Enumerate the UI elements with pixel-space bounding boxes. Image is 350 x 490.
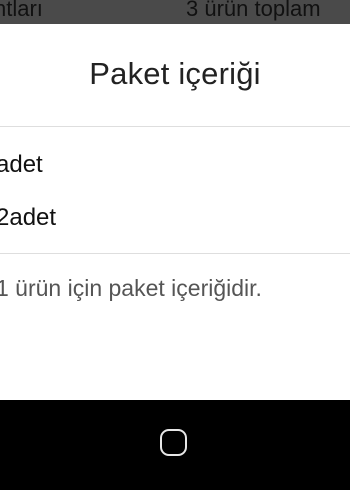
background-product-count: 3 ürün toplam	[186, 0, 321, 21]
screen: ntları 3 ürün toplam Paket içeriği adet …	[0, 0, 350, 490]
package-item: adet	[0, 151, 43, 178]
dimmed-background-header: ntları 3 ürün toplam	[0, 0, 350, 24]
home-icon[interactable]	[160, 429, 187, 456]
package-contents-sheet: Paket içeriği adet 2adet 1 ürün için pak…	[0, 24, 350, 400]
package-note: 1 ürün için paket içeriğidir.	[0, 275, 262, 301]
background-tab-label: ntları	[0, 0, 43, 21]
package-item: 2adet	[0, 204, 57, 231]
sheet-title: Paket içeriği	[89, 56, 261, 91]
system-navigation-bar	[0, 400, 350, 490]
title-divider	[0, 126, 350, 127]
list-divider	[0, 253, 350, 254]
